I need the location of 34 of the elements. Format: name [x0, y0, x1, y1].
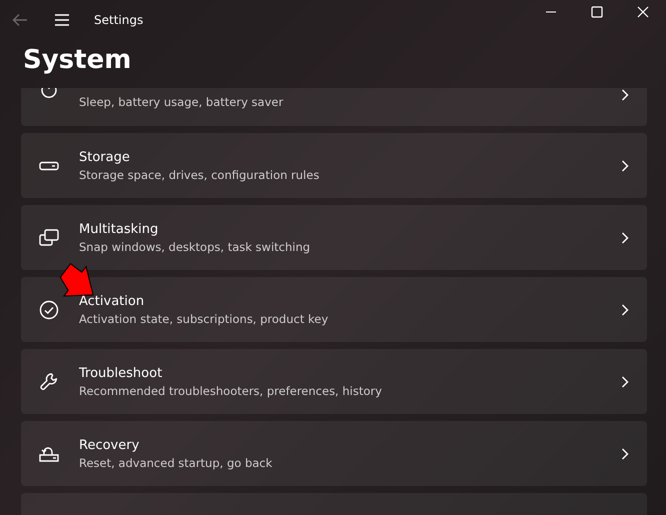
settings-item[interactable]: Sleep, battery usage, battery saver: [21, 88, 647, 126]
item-title: Recovery: [79, 436, 140, 454]
settings-item[interactable]: Troubleshoot Recommended troubleshooters, preferences, history: [21, 349, 647, 414]
item-title: Troubleshoot: [79, 364, 164, 382]
settings-item[interactable]: Storage Storage space, drives, configuration rules: [21, 133, 647, 198]
recovery-icon: [39, 444, 59, 463]
chevron-right-icon: [621, 160, 629, 172]
windows-icon: [39, 228, 59, 247]
drive-icon: [39, 160, 59, 171]
chevron-right-icon: [621, 232, 629, 244]
chevron-right-icon: [621, 304, 629, 316]
close-icon[interactable]: [637, 6, 649, 18]
chevron-right-icon: [621, 448, 629, 460]
settings-item[interactable]: Activation Activation state, subscriptions, product key: [21, 277, 647, 342]
item-description: Recommended troubleshooters, preferences, history: [79, 384, 383, 399]
back-arrow-icon[interactable]: [12, 13, 28, 27]
settings-item[interactable]: Multitasking Snap windows, desktops, task switching: [21, 205, 647, 270]
maximize-icon[interactable]: [591, 6, 603, 18]
item-description: Reset, advanced startup, go back: [79, 456, 274, 471]
settings-item[interactable]: Recovery Reset, advanced startup, go back: [21, 421, 647, 486]
item-title: Multitasking: [79, 220, 160, 238]
item-title: Activation: [79, 292, 146, 310]
item-title: Storage: [79, 148, 131, 166]
chevron-right-icon: [621, 89, 629, 102]
wrench-icon: [39, 372, 59, 392]
item-description: Storage space, drives, configuration rules: [79, 168, 320, 183]
page-title: System: [22, 44, 132, 77]
item-description: Snap windows, desktops, task switching: [79, 240, 312, 255]
menu-icon[interactable]: [54, 13, 70, 27]
item-description: Sleep, battery usage, battery saver: [79, 95, 284, 110]
window-title: Settings: [94, 13, 144, 27]
check-circle-icon: [39, 300, 59, 320]
chevron-right-icon: [621, 376, 629, 388]
item-description: Activation state, subscriptions, product key: [79, 312, 330, 327]
